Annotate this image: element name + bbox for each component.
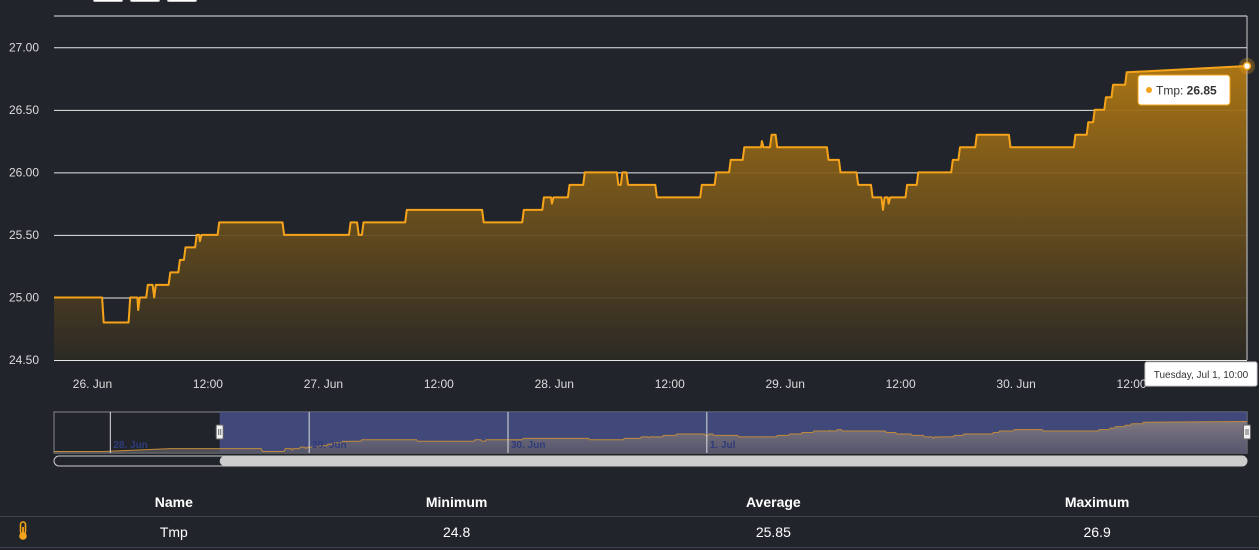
- navigator-label: 30. Jun: [511, 440, 545, 451]
- summary-header-row: Name Minimum Average Maximum: [0, 488, 1259, 517]
- x-tick-label: 12:00: [886, 377, 916, 391]
- navigator-label: 29. Jun: [312, 440, 346, 451]
- x-tick-label: 29. Jun: [766, 377, 805, 391]
- y-tick-label: 25.50: [9, 228, 39, 242]
- header-maximum: Maximum: [935, 488, 1259, 517]
- y-tick-label: 26.00: [9, 165, 39, 179]
- value-tooltip: Tmp: 26.85: [1137, 74, 1231, 106]
- handle-grip: [1243, 424, 1251, 440]
- x-tick-label: 12:00: [424, 377, 454, 391]
- tooltip-text: Tmp: 26.85: [1156, 84, 1217, 98]
- navigator-left-handle[interactable]: [215, 424, 224, 440]
- x-tick-label: 28. Jun: [535, 377, 574, 391]
- navigator-right-handle[interactable]: [1243, 424, 1251, 440]
- header-minimum: Minimum: [301, 488, 612, 517]
- table-row: Tmp 24.8 25.85 26.9: [0, 516, 1259, 548]
- tooltip-bullet: [1146, 87, 1152, 93]
- date-tooltip-text: Tuesday, Jul 1, 10:00: [1154, 370, 1249, 381]
- row-name: Tmp: [45, 516, 302, 548]
- y-tick-label: 24.50: [9, 353, 39, 367]
- x-tick-label: 12:00: [655, 377, 685, 391]
- x-tick-label: 12:00: [193, 377, 223, 391]
- scrollbar-thumb[interactable]: [219, 456, 1247, 466]
- x-tick-label: 26. Jun: [73, 377, 112, 391]
- x-tick-label: 12:00: [1117, 377, 1147, 391]
- date-tooltip: Tuesday, Jul 1, 10:00: [1144, 361, 1258, 387]
- handle-grip: [215, 424, 224, 440]
- summary-table: Name Minimum Average Maximum Tmp 24.8 25…: [0, 488, 1259, 548]
- hover-point: [1242, 61, 1252, 71]
- thermometer-icon: [0, 516, 46, 548]
- navigator-label: 28. Jun: [113, 440, 147, 451]
- header-average: Average: [611, 488, 936, 517]
- header-name: Name: [45, 488, 302, 517]
- navigator-scrollbar[interactable]: [53, 455, 1248, 467]
- row-minimum: 24.8: [301, 516, 612, 548]
- y-tick-label: 25.00: [9, 290, 39, 304]
- x-tick-label: 30. Jun: [996, 377, 1035, 391]
- y-tick-label: 26.50: [9, 103, 39, 117]
- navigator-label: 1. Jul: [710, 440, 736, 451]
- row-maximum: 26.9: [935, 516, 1259, 548]
- row-average: 25.85: [611, 516, 936, 548]
- header-icon-cell: [0, 488, 46, 517]
- y-tick-label: 27.00: [9, 40, 39, 54]
- x-tick-label: 27. Jun: [304, 377, 343, 391]
- temperature-chart[interactable]: 24.50 25.00 25.50 26.00 26.50 27.00 12:00 26. J…: [0, 0, 1259, 470]
